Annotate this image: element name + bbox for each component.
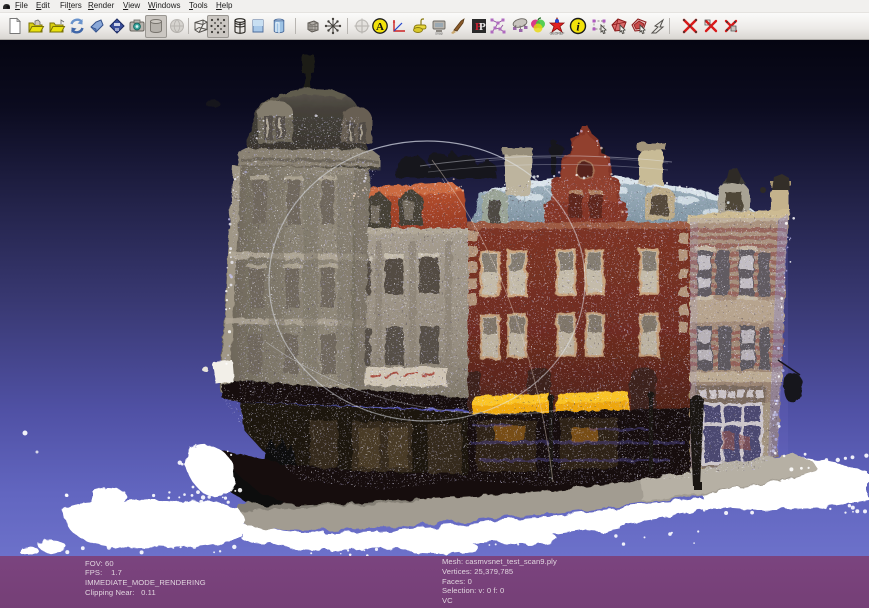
svg-text:snap: snap	[435, 32, 443, 36]
svg-text:A: A	[376, 21, 384, 33]
svg-text:GEOREF: GEOREF	[550, 32, 565, 36]
svg-text:P: P	[479, 21, 486, 33]
